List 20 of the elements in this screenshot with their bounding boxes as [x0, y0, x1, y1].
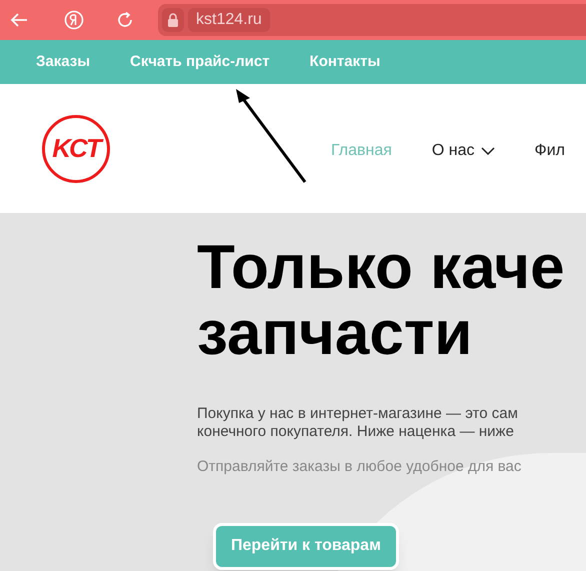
- url-text: kst124.ru: [188, 8, 270, 32]
- hero-heading: запчасти: [197, 301, 474, 367]
- address-bar[interactable]: kst124.ru: [158, 4, 586, 36]
- reload-icon[interactable]: [116, 11, 134, 29]
- top-nav-link[interactable]: Скчать прайс-лист: [130, 50, 270, 74]
- hero-paragraph: Покупка у нас в интернет-магазине — это сам: [197, 405, 519, 423]
- main-nav-link[interactable]: О нас: [432, 138, 495, 162]
- top-nav-link[interactable]: Контакты: [310, 50, 380, 74]
- hero-heading: Только каче: [197, 235, 566, 301]
- logo[interactable]: KCT: [42, 114, 110, 182]
- back-icon[interactable]: [10, 12, 28, 28]
- chevron-down-icon: [480, 146, 495, 154]
- go-to-products-button[interactable]: Перейти к товарам: [213, 522, 399, 570]
- lock-icon: [162, 8, 184, 32]
- main-nav-link[interactable]: Фил: [534, 138, 565, 162]
- hero-paragraph: конечного покупателя. Ниже наценка — ниже: [197, 423, 515, 441]
- top-nav-link[interactable]: Заказы: [36, 50, 90, 74]
- browser-logo-icon[interactable]: [64, 10, 84, 30]
- main-nav-link[interactable]: Главная: [331, 138, 392, 162]
- order-note: Отправляйте заказы в любое удобное для вас: [197, 457, 522, 477]
